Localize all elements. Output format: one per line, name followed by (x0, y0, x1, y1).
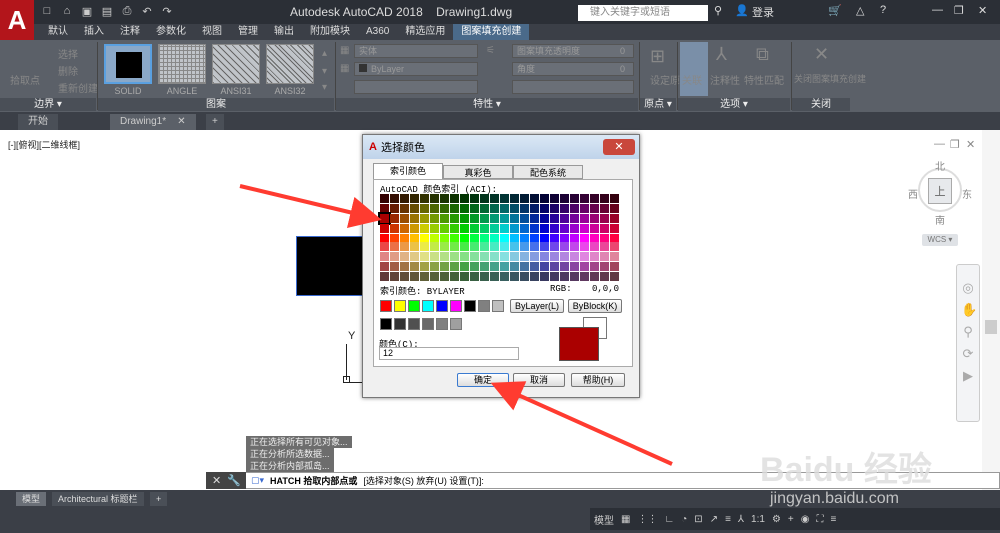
arrow-to-ok-button (490, 381, 673, 466)
autocad-logo-icon[interactable]: A (0, 0, 34, 40)
annotation-arrows (239, 184, 673, 466)
arrow-to-color-cell (239, 184, 382, 228)
